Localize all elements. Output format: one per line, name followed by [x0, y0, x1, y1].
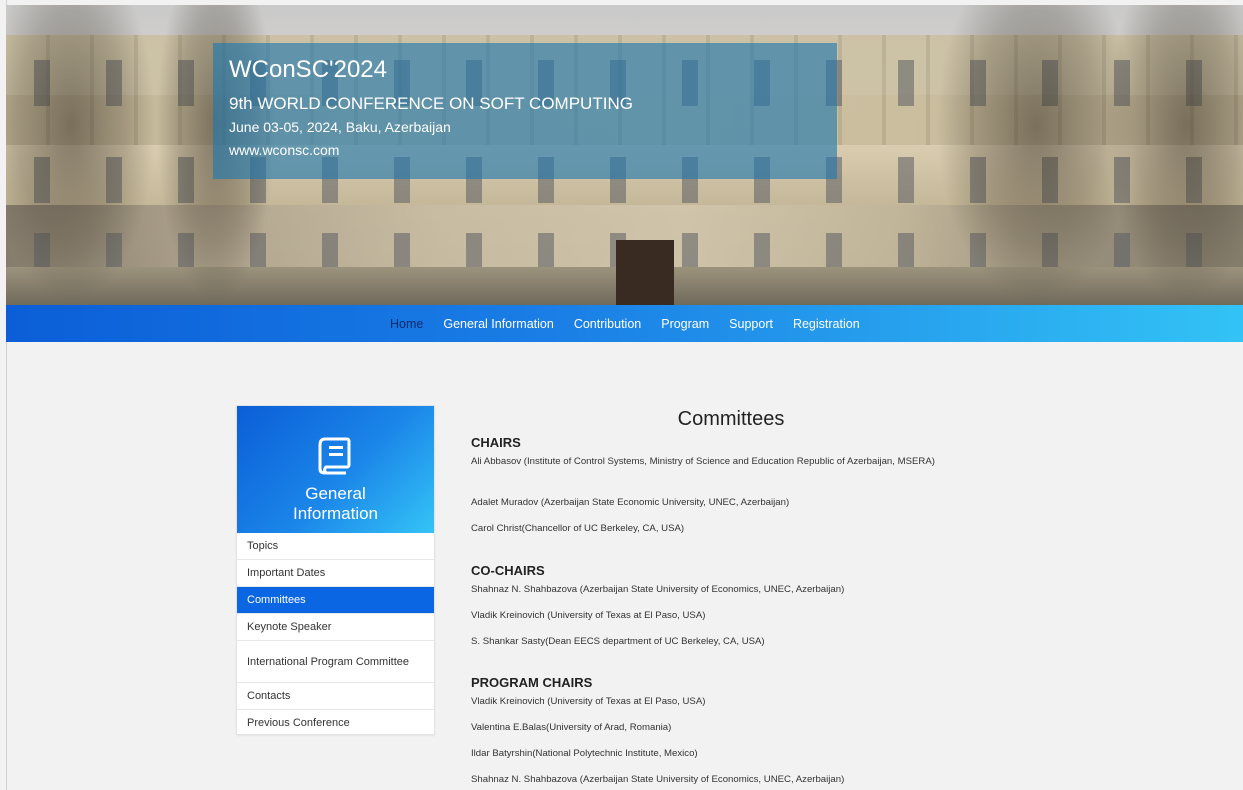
nav-registration[interactable]: Registration	[783, 317, 870, 331]
conference-subtitle: 9th WORLD CONFERENCE ON SOFT COMPUTING	[229, 94, 633, 113]
sidebar-item-committees[interactable]: Committees	[237, 587, 434, 614]
conference-date-location: June 03-05, 2024, Baku, Azerbaijan	[229, 119, 451, 135]
section-heading-program-chairs: PROGRAM CHAIRS	[471, 675, 593, 690]
hero-banner: WConSC'2024 9th WORLD CONFERENCE ON SOFT…	[213, 43, 837, 179]
nav-program[interactable]: Program	[651, 317, 719, 331]
nav-contribution[interactable]: Contribution	[564, 317, 651, 331]
sidebar-title-line2: Information	[292, 504, 379, 523]
conference-title: WConSC'2024	[229, 56, 387, 83]
nav-support[interactable]: Support	[719, 317, 783, 331]
nav-items: Home General Information Contribution Pr…	[380, 305, 870, 342]
committee-member: Carol Christ(Chancellor of UC Berkeley, …	[471, 523, 685, 534]
page-title: Committees	[677, 408, 785, 430]
main-nav: Home General Information Contribution Pr…	[6, 305, 1243, 342]
sidebar-title-line1: General	[305, 484, 366, 503]
section-heading-co-chairs: CO-CHAIRS	[471, 563, 545, 578]
sidebar-title: General Information	[237, 484, 434, 524]
hero-image: WConSC'2024 9th WORLD CONFERENCE ON SOFT…	[6, 5, 1243, 305]
sidebar-item-topics[interactable]: Topics	[237, 533, 434, 560]
sidebar-item-international-program-committee[interactable]: International Program Committee	[237, 641, 434, 683]
committee-member: Adalet Muradov (Azerbaijan State Economi…	[471, 497, 790, 508]
sidebar-item-previous-conference[interactable]: Previous Conference	[237, 710, 434, 736]
committee-member: Vladik Kreinovich (University of Texas a…	[471, 610, 706, 621]
hero-tree	[1106, 5, 1243, 305]
nav-home[interactable]: Home	[380, 317, 433, 331]
committee-member: S. Shankar Sasty(Dean EECS department of…	[471, 636, 765, 647]
sidebar-header: General Information	[237, 406, 434, 533]
committee-member: Ildar Batyrshin(National Polytechnic Ins…	[471, 748, 698, 759]
nav-general-information[interactable]: General Information	[433, 317, 563, 331]
sidebar-item-important-dates[interactable]: Important Dates	[237, 560, 434, 587]
hero-door	[616, 240, 674, 305]
sidebar: General Information Topics Important Dat…	[236, 405, 435, 735]
hero-tree	[6, 5, 156, 305]
committee-member: Vladik Kreinovich (University of Texas a…	[471, 696, 706, 707]
sidebar-item-keynote-speaker[interactable]: Keynote Speaker	[237, 614, 434, 641]
committee-member: Shahnaz N. Shahbazova (Azerbaijan State …	[471, 774, 845, 785]
conference-website: www.wconsc.com	[229, 142, 340, 158]
section-heading-chairs: CHAIRS	[471, 435, 521, 450]
committee-member: Shahnaz N. Shahbazova (Azerbaijan State …	[471, 584, 845, 595]
sidebar-item-contacts[interactable]: Contacts	[237, 683, 434, 710]
committee-member: Ali Abbasov (Institute of Control System…	[471, 456, 935, 467]
book-icon	[318, 437, 351, 475]
sidebar-menu: Topics Important Dates Committees Keynot…	[237, 533, 434, 736]
committee-member: Valentina E.Balas(University of Arad, Ro…	[471, 722, 672, 733]
